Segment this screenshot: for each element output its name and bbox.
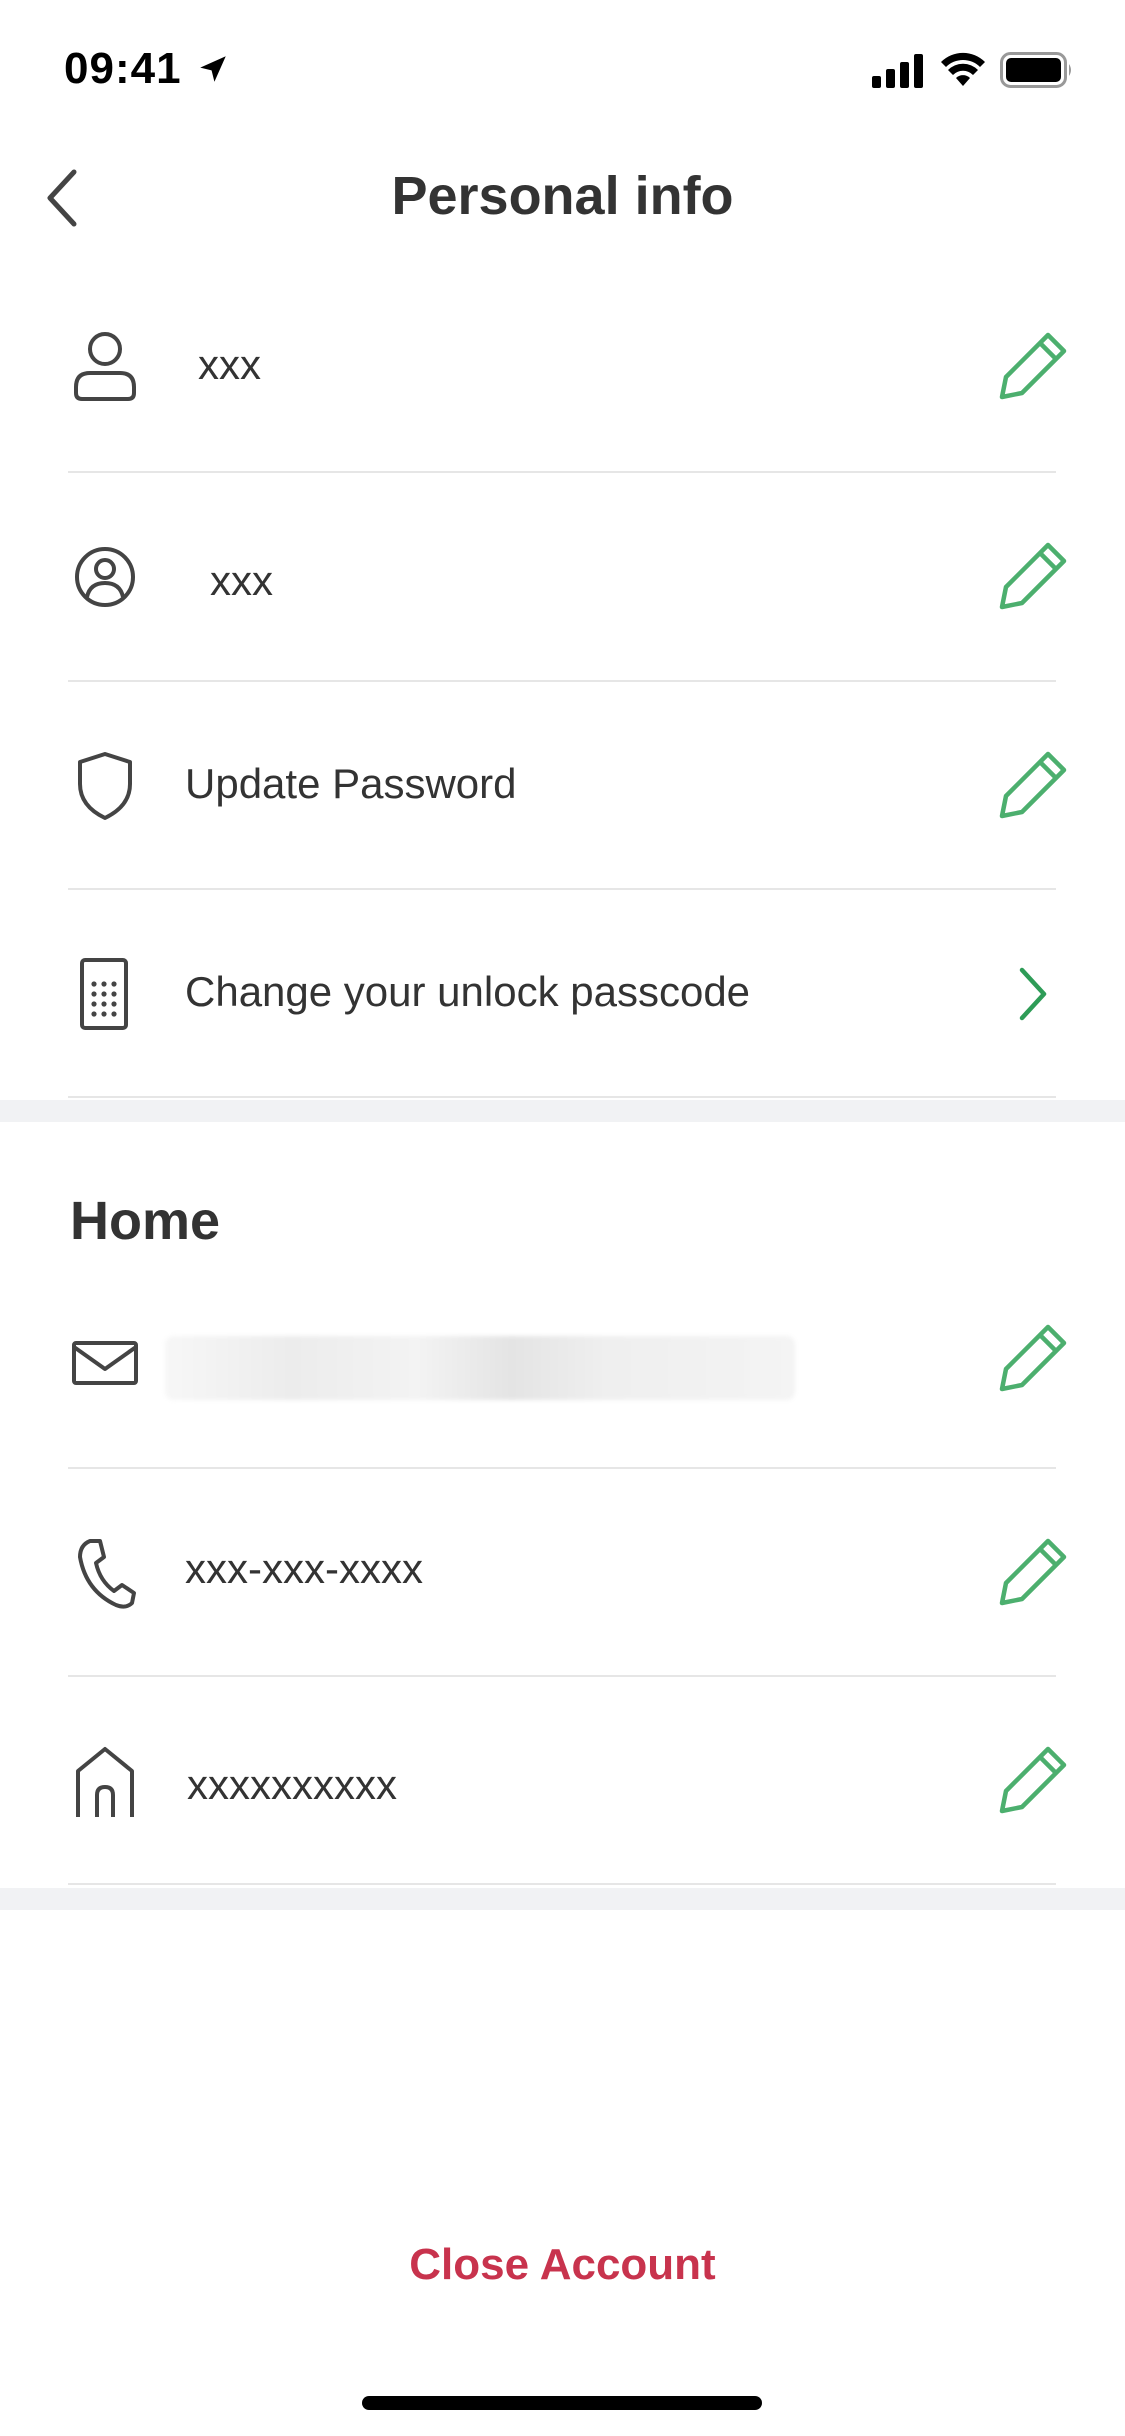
wifi-icon — [941, 52, 985, 86]
location-arrow-icon — [200, 56, 226, 82]
edit-pencil-icon — [999, 751, 1067, 819]
divider — [68, 1096, 1056, 1098]
list-item-name[interactable]: xxx — [0, 263, 1125, 471]
cellular-signal-icon — [872, 54, 923, 88]
list-item-username[interactable]: xxx — [0, 473, 1125, 681]
list-item-email[interactable] — [0, 1263, 1125, 1471]
edit-button[interactable] — [988, 1735, 1078, 1825]
divider — [68, 1883, 1056, 1885]
section-separator — [0, 1888, 1125, 1910]
open-passcode-button[interactable] — [988, 948, 1078, 1038]
phone-value: xxx-xxx-xxxx — [185, 1545, 423, 1592]
person-icon — [74, 332, 136, 401]
list-item-unlock-passcode[interactable]: Change your unlock passcode — [0, 890, 1125, 1098]
list-item-phone[interactable]: xxx-xxx-xxxx — [0, 1469, 1125, 1677]
edit-pencil-icon — [999, 542, 1067, 610]
user-circle-icon — [75, 547, 135, 607]
status-bar: 09:41 — [0, 0, 1125, 140]
list-item-address[interactable]: xxxxxxxxxx — [0, 1677, 1125, 1885]
keypad-icon — [80, 958, 128, 1030]
edit-pencil-icon — [999, 1324, 1067, 1392]
edit-button[interactable] — [988, 740, 1078, 830]
edit-pencil-icon — [999, 1538, 1067, 1606]
edit-pencil-icon — [999, 1746, 1067, 1814]
list-item-update-password[interactable]: Update Password — [0, 682, 1125, 890]
battery-icon — [1000, 52, 1071, 88]
phone-icon — [78, 1539, 136, 1609]
house-icon — [76, 1747, 134, 1817]
edit-button[interactable] — [988, 531, 1078, 621]
edit-button[interactable] — [988, 1527, 1078, 1617]
update-password-label: Update Password — [185, 760, 517, 807]
unlock-passcode-label: Change your unlock passcode — [185, 968, 751, 1015]
home-section-heading: Home — [70, 1191, 221, 1251]
home-indicator[interactable] — [362, 2396, 762, 2410]
edit-button[interactable] — [988, 1313, 1078, 1403]
mail-icon — [72, 1341, 138, 1385]
edit-button[interactable] — [988, 321, 1078, 411]
page-title: Personal info — [391, 166, 734, 226]
name-value: xxx — [198, 341, 261, 388]
close-account-button[interactable]: Close Account — [0, 2240, 1125, 2290]
chevron-right-icon — [1019, 967, 1047, 1021]
email-value — [165, 1336, 795, 1400]
edit-pencil-icon — [999, 332, 1067, 400]
status-time: 09:41 — [64, 44, 182, 93]
username-value: xxx — [210, 557, 273, 604]
section-separator — [0, 1100, 1125, 1122]
shield-icon — [78, 752, 132, 820]
address-value: xxxxxxxxxx — [187, 1761, 397, 1808]
